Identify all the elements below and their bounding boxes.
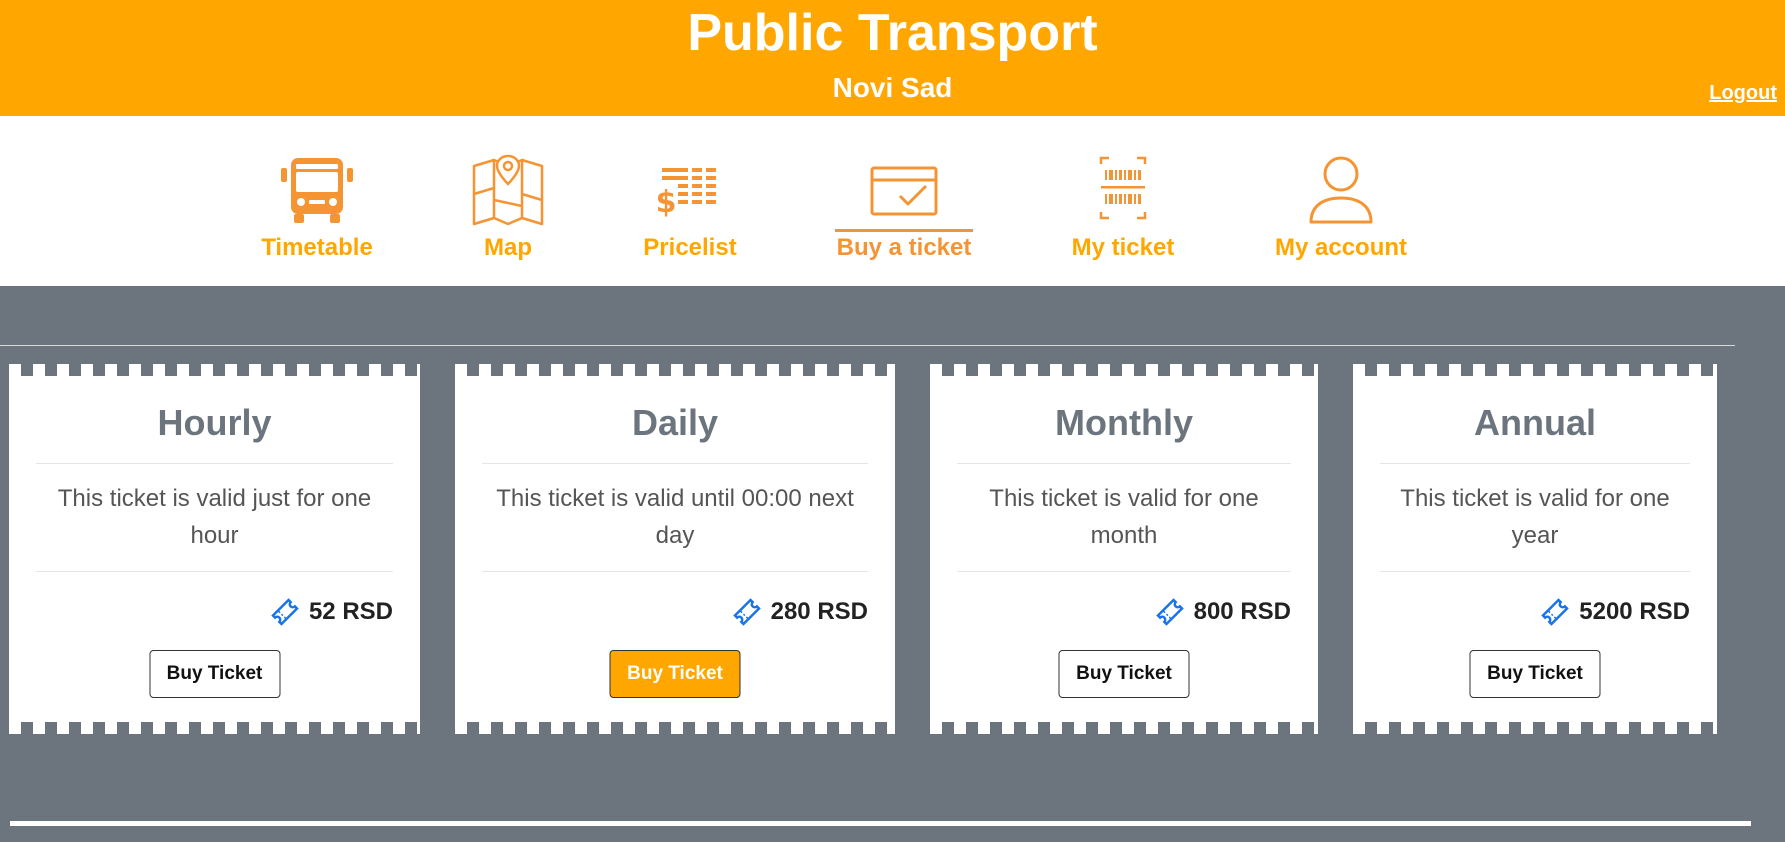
ticket-card-monthly: Monthly This ticket is valid for one mon…: [930, 364, 1318, 734]
card-divider: [1380, 463, 1690, 464]
nav-label-my-account: My account: [1274, 234, 1408, 261]
ticket-icon: [732, 598, 761, 626]
bus-icon: [277, 154, 357, 226]
ticket-check-icon: [864, 154, 944, 226]
user-icon: [1301, 154, 1381, 226]
nav-item-buy-ticket[interactable]: Buy a ticket: [835, 116, 973, 286]
card-divider: [482, 463, 868, 464]
ticket-price: 5200 RSD: [1541, 596, 1690, 628]
ticket-title: Daily: [631, 402, 719, 443]
ticket-description: This ticket is valid for one month: [989, 485, 1259, 549]
card-divider: [36, 571, 393, 572]
buy-ticket-button[interactable]: Buy Ticket: [1469, 650, 1601, 698]
svg-text:$: $: [656, 185, 677, 220]
ticket-icon: [1155, 598, 1184, 626]
ticket-title: Monthly: [1055, 402, 1193, 443]
logout-link[interactable]: Logout: [1709, 82, 1777, 105]
ticket-icon: [1541, 598, 1570, 626]
app-header: Public Transport Novi Sad Logout: [0, 0, 1785, 116]
card-divider: [36, 463, 393, 464]
card-divider: [957, 463, 1291, 464]
ticket-title: Hourly: [157, 402, 272, 443]
price-amount: 52 RSD: [308, 598, 393, 625]
price-amount: 5200 RSD: [1579, 598, 1690, 625]
nav-label-my-ticket: My ticket: [1071, 234, 1175, 261]
ticket-price: 52 RSD: [271, 596, 393, 628]
content-divider-bottom: [10, 821, 1751, 826]
nav-item-timetable[interactable]: Timetable: [250, 116, 384, 286]
nav-label-buy-ticket: Buy a ticket: [836, 234, 972, 261]
nav-item-map[interactable]: Map: [465, 116, 551, 286]
ticket-card-hourly: Hourly This ticket is valid just for one…: [9, 364, 420, 734]
nav-item-pricelist[interactable]: $ Pricelist: [640, 116, 740, 286]
price-amount: 280 RSD: [770, 598, 868, 625]
app-title: Public Transport: [687, 4, 1098, 62]
barcode-icon: [1083, 154, 1163, 226]
nav-label-pricelist: Pricelist: [643, 234, 737, 261]
card-divider: [482, 571, 868, 572]
buy-ticket-button[interactable]: Buy Ticket: [149, 650, 280, 698]
city-subtitle: Novi Sad: [832, 72, 953, 103]
main-nav: Timetable Map $ Pricelist Buy a ticket M…: [0, 116, 1785, 286]
ticket-card-daily: Daily This ticket is valid until 00:00 n…: [455, 364, 895, 734]
ticket-price: 280 RSD: [732, 596, 868, 628]
content-divider-top: [0, 345, 1735, 346]
ticket-description: This ticket is valid for one year: [1400, 485, 1670, 549]
ticket-price: 800 RSD: [1155, 596, 1291, 628]
price-amount: 800 RSD: [1193, 598, 1291, 625]
nav-label-map: Map: [484, 234, 532, 261]
ticket-icon: [271, 598, 299, 626]
map-pin-icon: [468, 154, 548, 226]
nav-item-my-ticket[interactable]: My ticket: [1067, 116, 1179, 286]
card-divider: [1380, 571, 1690, 572]
nav-item-my-account[interactable]: My account: [1270, 116, 1412, 286]
buy-ticket-button[interactable]: Buy Ticket: [609, 650, 741, 698]
ticket-description: This ticket is valid until 00:00 next da…: [496, 485, 854, 549]
card-divider: [957, 571, 1291, 572]
buy-ticket-button[interactable]: Buy Ticket: [1058, 650, 1190, 698]
ticket-card-annual: Annual This ticket is valid for one year…: [1353, 364, 1717, 734]
nav-label-timetable: Timetable: [261, 234, 373, 261]
pricelist-icon: $: [650, 154, 730, 226]
active-tab-underline: [835, 229, 973, 232]
ticket-description: This ticket is valid just for one hour: [57, 485, 372, 549]
ticket-title: Annual: [1474, 402, 1596, 443]
